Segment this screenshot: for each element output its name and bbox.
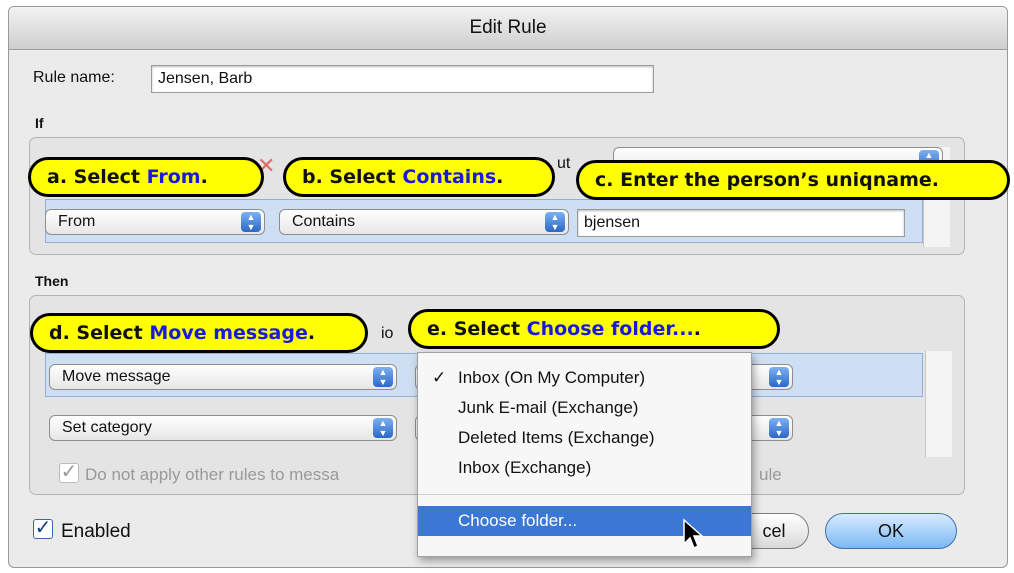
callout-c: c. Enter the person’s uniqname. [576,160,1010,200]
action2-value: Set category [62,419,152,436]
if-heading: If [35,115,44,131]
then-scrollbar[interactable] [925,351,952,457]
dialog-title: Edit Rule [9,7,1007,50]
menu-item-deleted[interactable]: Deleted Items (Exchange) [418,423,751,453]
action1-value: Move message [62,368,171,385]
callout-b-prefix: b. Select [302,166,403,188]
menu-item-label: Inbox (On My Computer) [458,368,646,387]
enabled-checkbox[interactable]: ✓ [33,518,53,539]
callout-d-emph: Move message [149,322,308,344]
condition-value-field[interactable]: bjensen [577,209,905,237]
condition-operator-value: Contains [292,213,356,230]
stop-rules-label: Do not apply other rules to messa [85,465,340,484]
ok-button[interactable]: OK [825,513,957,549]
callout-a-suffix: . [200,166,208,188]
popup-arrows-icon: ▲▼ [373,418,393,438]
partial-label: ut [557,155,571,172]
callout-e: e. Select Choose folder.... [408,309,780,349]
stop-rules-checkbox[interactable]: ✓ [59,462,79,483]
popup-arrows-icon: ▲▼ [545,212,565,232]
callout-d-prefix: d. Select [49,322,150,344]
then-heading: Then [35,273,69,289]
callout-d-suffix: . [307,322,316,344]
callout-b: b. Select Contains. [283,157,555,197]
rule-name-label: Rule name: [33,69,115,86]
callout-b-suffix: . [496,166,504,188]
mouse-pointer-icon [683,518,704,550]
rule-name-field[interactable]: Jensen, Barb [151,65,654,93]
callout-e-prefix: e. Select [427,318,527,340]
partial-label: io [381,325,394,342]
menu-item-inbox-exchange[interactable]: Inbox (Exchange) [418,453,751,483]
popup-arrows-icon: ▲▼ [373,367,393,387]
enabled-label: Enabled [61,521,131,542]
callout-a-emph: From [146,166,201,188]
popup-arrows-icon: ▲▼ [769,418,789,438]
callout-e-emph: Choose folder... [526,318,694,340]
menu-item-inbox-local[interactable]: ✓ Inbox (On My Computer) [418,363,751,393]
callout-e-suffix: . [693,318,701,340]
condition-field-popup[interactable]: From ▲ ▼ [45,209,265,235]
menu-separator [418,494,751,495]
callout-b-emph: Contains [402,166,497,188]
popup-arrows-icon: ▲▼ [769,367,789,387]
action1-popup[interactable]: Move message ▲ ▼ [49,364,397,390]
callout-a-prefix: a. Select [47,166,147,188]
condition-operator-popup[interactable]: Contains ▲ ▼ [279,209,569,235]
condition-field-value: From [58,213,96,230]
menu-item-junk[interactable]: Junk E-mail (Exchange) [418,393,751,423]
partial-label: ule [759,465,782,484]
checkmark-icon: ✓ [432,368,447,387]
action2-popup[interactable]: Set category ▲ ▼ [49,415,397,441]
callout-a: a. Select From. [28,157,264,197]
popup-arrows-icon: ▲▼ [241,212,261,232]
callout-d: d. Select Move message. [30,313,368,353]
